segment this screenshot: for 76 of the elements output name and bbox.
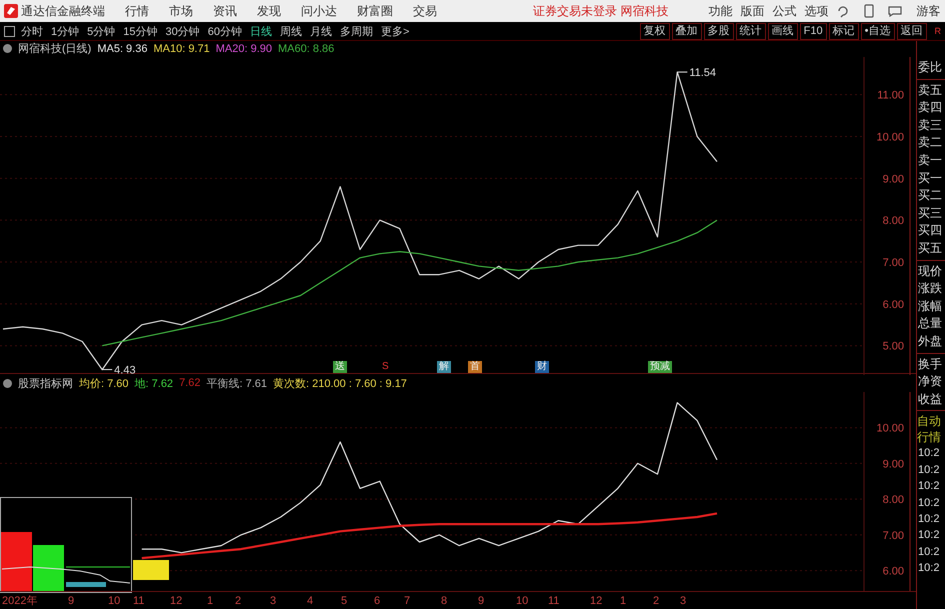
- date-label: 2: [653, 594, 660, 607]
- axis-label: 9.00: [882, 458, 904, 471]
- indicator-value: 平衡线: 7.61: [206, 376, 268, 391]
- tick-time: 10:2: [917, 446, 940, 462]
- quote-label: 卖五: [917, 82, 944, 99]
- date-label: 11: [133, 594, 144, 607]
- date-label: 2: [235, 594, 242, 607]
- quote-label: 买二: [917, 187, 944, 204]
- annotation: 4.43: [114, 364, 136, 376]
- quote-label: 涨幅: [917, 298, 944, 315]
- axis-label: 11.00: [877, 90, 904, 102]
- tick-time: 10:2: [917, 512, 940, 527]
- date-label: 1: [620, 594, 626, 607]
- quote-label: 净资: [917, 373, 944, 390]
- indicator-value: 地: 7.62: [134, 376, 174, 391]
- date-label: 3: [680, 594, 686, 607]
- tick-time: 10:2: [917, 479, 940, 494]
- quote-label: 现价: [917, 262, 944, 280]
- date-label: 9: [478, 594, 484, 607]
- quote-label: 买三: [917, 204, 944, 222]
- price-annotation: 4.43: [102, 364, 136, 375]
- date-label: 5: [341, 594, 348, 607]
- date-label: 12: [170, 594, 182, 607]
- axis-label: 5.00: [882, 340, 904, 353]
- quote-label: 收益: [917, 390, 944, 408]
- indicator-value: 7.62: [179, 377, 200, 390]
- axis-label: 8.00: [882, 494, 904, 506]
- tick-time: 10:2: [917, 528, 940, 544]
- axis-label: 10.00: [876, 422, 904, 435]
- tick-time: 10:2: [917, 561, 940, 576]
- date-label: 10: [516, 594, 528, 607]
- tick-time: 10:2: [917, 544, 940, 560]
- quote-label: 换手: [917, 356, 944, 372]
- axis-label: 7.00: [882, 530, 904, 542]
- date-label: 4: [307, 594, 314, 607]
- date-label: 2022年: [2, 594, 38, 608]
- chart-title: 股票指标网: [18, 376, 73, 391]
- indicator-value: MA10: 9.71: [153, 42, 210, 55]
- indicator-value: 黄次数: 210.00 : 7.60 : 9.17: [273, 376, 407, 391]
- date-label: 10: [108, 594, 120, 607]
- status-label: R: [934, 26, 941, 36]
- date-label: 6: [374, 594, 380, 607]
- quote-label: 总量: [917, 315, 944, 332]
- quote-label: 卖四: [917, 99, 944, 116]
- quote-label: 买五: [917, 240, 944, 257]
- date-label: 12: [590, 594, 602, 607]
- axis-label: 8.00: [882, 215, 904, 228]
- annotation: 11.54: [689, 66, 716, 79]
- axis-label: 7.00: [882, 256, 904, 269]
- quote-label: 卖一: [917, 152, 944, 169]
- indicator-value: MA5: 9.36: [97, 42, 148, 55]
- indicator-value: 均价: 7.60: [79, 376, 129, 391]
- quote-label: 卖二: [917, 134, 944, 152]
- tick-time: 10:2: [917, 462, 940, 478]
- quote-label: 卖三: [917, 116, 944, 134]
- chart-title: 网宿科技(日线): [18, 42, 92, 56]
- date-label: 8: [441, 594, 448, 607]
- date-label: 1: [207, 594, 214, 607]
- axis-label: 6.00: [882, 566, 904, 578]
- date-label: 11: [548, 594, 560, 607]
- date-label: 9: [68, 594, 74, 607]
- axis-label: 9.00: [882, 173, 904, 186]
- quote-label: 委比: [917, 59, 944, 76]
- indicator-value: MA60: 8.86: [278, 42, 334, 55]
- date-label: 3: [270, 594, 276, 607]
- price-annotation: 11.54: [676, 66, 716, 79]
- axis-label: 10.00: [876, 131, 904, 144]
- app-title: 通达信金融终端: [21, 2, 105, 20]
- date-label: 7: [404, 594, 410, 607]
- axis-label: 6.00: [882, 298, 904, 311]
- tick-time: 10:2: [917, 496, 940, 510]
- quote-label: 买四: [917, 222, 944, 240]
- quote-label: 涨跌: [917, 280, 944, 298]
- quote-label: 买一: [917, 170, 944, 187]
- quote-label: 外盘: [917, 332, 944, 350]
- indicator-value: MA20: 9.90: [216, 42, 272, 55]
